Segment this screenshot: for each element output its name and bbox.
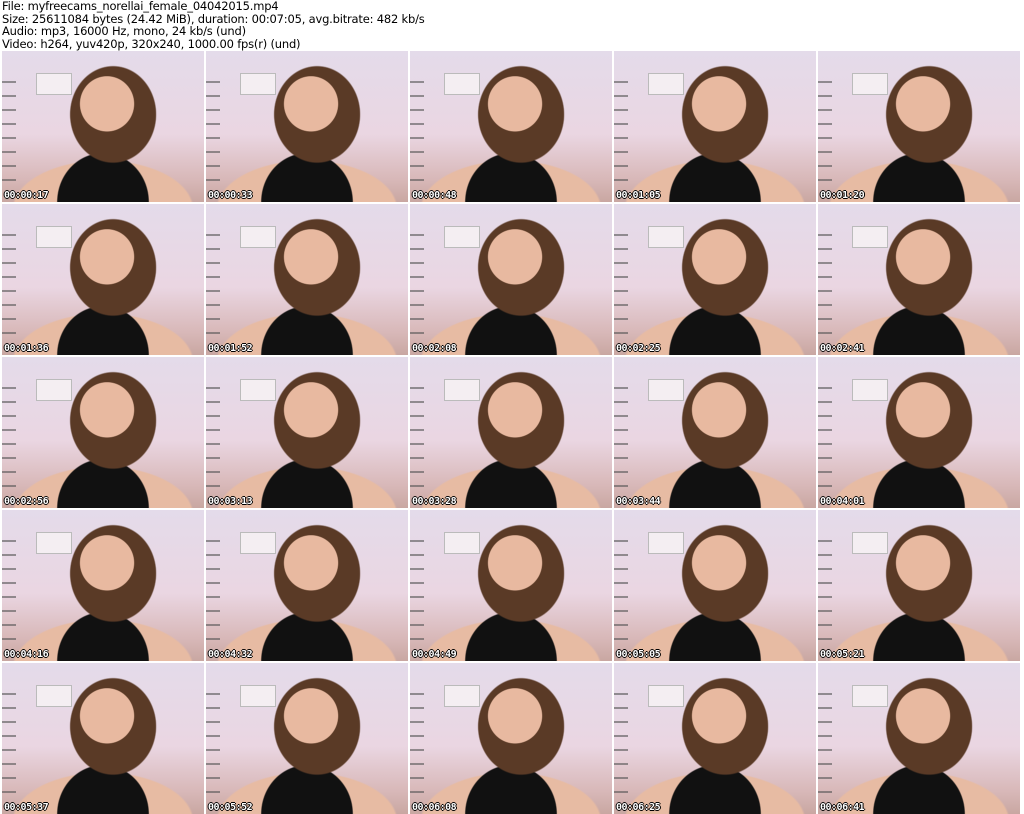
thumbnail-timestamp: 00:05:21 xyxy=(820,649,865,660)
video-thumbnail: 00:05:37 xyxy=(2,663,204,814)
video-thumbnail: 00:05:52 xyxy=(206,663,408,814)
video-thumbnail: 00:02:41 xyxy=(818,204,1020,355)
video-thumbnail: 00:04:01 xyxy=(818,357,1020,508)
video-thumbnail: 00:00:33 xyxy=(206,51,408,202)
video-thumbnail: 00:04:16 xyxy=(2,510,204,661)
video-thumbnail: 00:01:20 xyxy=(818,51,1020,202)
video-thumbnail: 00:04:49 xyxy=(410,510,612,661)
thumbnail-timestamp: 00:05:52 xyxy=(208,802,253,813)
thumbnail-timestamp: 00:04:01 xyxy=(820,496,865,507)
thumbnail-timestamp: 00:02:25 xyxy=(616,343,661,354)
thumbnail-timestamp: 00:02:56 xyxy=(4,496,49,507)
thumbnail-timestamp: 00:02:41 xyxy=(820,343,865,354)
video-thumbnail: 00:05:05 xyxy=(614,510,816,661)
thumbnail-timestamp: 00:01:36 xyxy=(4,343,49,354)
thumbnail-timestamp: 00:03:28 xyxy=(412,496,457,507)
video-thumbnail: 00:03:13 xyxy=(206,357,408,508)
video-thumbnail: 00:05:21 xyxy=(818,510,1020,661)
thumbnail-timestamp: 00:01:52 xyxy=(208,343,253,354)
video-thumbnail: 00:01:52 xyxy=(206,204,408,355)
video-thumbnail: 00:03:28 xyxy=(410,357,612,508)
file-name: File: myfreecams_norellai_female_0404201… xyxy=(2,0,279,13)
thumbnail-timestamp: 00:04:32 xyxy=(208,649,253,660)
video-thumbnail: 00:03:44 xyxy=(614,357,816,508)
thumbnail-timestamp: 00:05:05 xyxy=(616,649,661,660)
video-thumbnail: 00:00:48 xyxy=(410,51,612,202)
thumbnail-timestamp: 00:06:25 xyxy=(616,802,661,813)
video-thumbnail: 00:06:41 xyxy=(818,663,1020,814)
video-thumbnail: 00:01:05 xyxy=(614,51,816,202)
thumbnail-timestamp: 00:00:33 xyxy=(208,190,253,201)
video-info: Video: h264, yuv420p, 320x240, 1000.00 f… xyxy=(2,36,301,51)
video-thumbnail: 00:02:08 xyxy=(410,204,612,355)
thumbnail-timestamp: 00:00:48 xyxy=(412,190,457,201)
video-thumbnail: 00:06:08 xyxy=(410,663,612,814)
video-thumbnail: 00:00:17 xyxy=(2,51,204,202)
thumbnail-grid: 00:00:17 00:00:33 00:00:48 00:01:05 00:01:20… xyxy=(2,51,1020,814)
thumbnail-timestamp: 00:03:44 xyxy=(616,496,661,507)
thumbnail-timestamp: 00:01:20 xyxy=(820,190,865,201)
thumbnail-timestamp: 00:05:37 xyxy=(4,802,49,813)
thumbnail-timestamp: 00:02:08 xyxy=(412,343,457,354)
thumbnail-timestamp: 00:06:08 xyxy=(412,802,457,813)
thumbnail-timestamp: 00:04:16 xyxy=(4,649,49,660)
thumbnail-timestamp: 00:06:41 xyxy=(820,802,865,813)
video-thumbnail: 00:02:56 xyxy=(2,357,204,508)
thumbnail-timestamp: 00:01:05 xyxy=(616,190,661,201)
video-thumbnail: 00:01:36 xyxy=(2,204,204,355)
video-thumbnail: 00:04:32 xyxy=(206,510,408,661)
audio-info: Audio: mp3, 16000 Hz, mono, 24 kb/s (und… xyxy=(2,24,246,38)
thumbnail-timestamp: 00:00:17 xyxy=(4,190,49,201)
video-thumbnail: 00:06:25 xyxy=(614,663,816,814)
video-thumbnail: 00:02:25 xyxy=(614,204,816,355)
file-info-header: File: myfreecams_norellai_female_0404201… xyxy=(2,0,425,50)
thumbnail-timestamp: 00:04:49 xyxy=(412,649,457,660)
thumbnail-timestamp: 00:03:13 xyxy=(208,496,253,507)
